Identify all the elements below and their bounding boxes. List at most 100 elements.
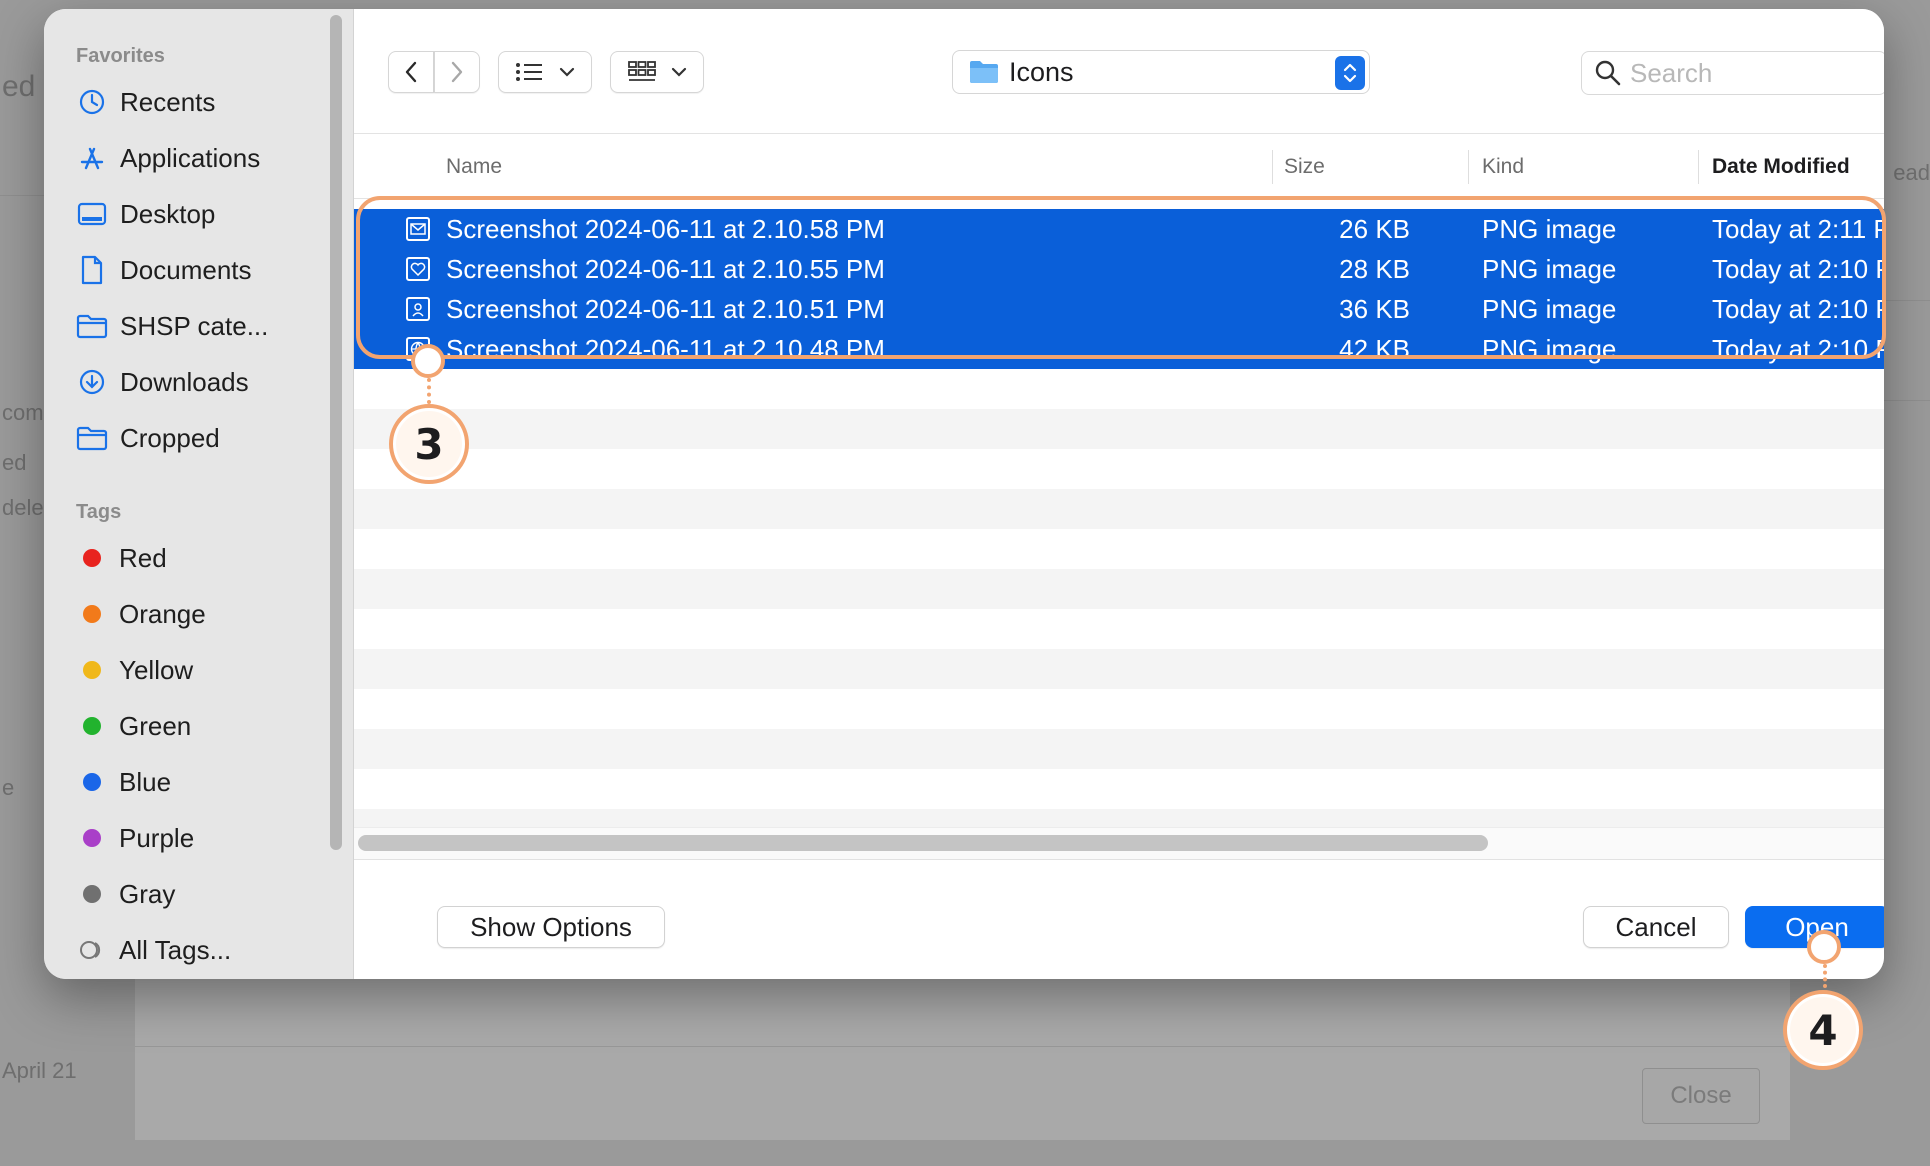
bg-panel: Close [135, 960, 1790, 1140]
list-view-icon [516, 63, 542, 81]
sidebar-item-documents[interactable]: Documents [76, 250, 316, 290]
empty-row [354, 449, 1884, 489]
column-kind[interactable]: Kind [1482, 134, 1524, 200]
location-popup[interactable]: Icons [952, 50, 1370, 94]
file-size: 28 KB [1339, 253, 1410, 284]
sidebar-item-label: Downloads [120, 366, 249, 397]
sidebar-item-all-tags[interactable]: All Tags... [76, 930, 316, 970]
file-date: Today at 2:10 PM [1712, 253, 1884, 284]
column-date-modified[interactable]: Date Modified [1712, 134, 1850, 200]
file-row[interactable]: Screenshot 2024-06-11 at 2.10.51 PM 36 K… [354, 289, 1884, 329]
sidebar-tag-orange[interactable]: Orange [76, 594, 316, 634]
empty-row [354, 489, 1884, 529]
column-divider[interactable] [1698, 150, 1699, 184]
view-grid-button[interactable] [610, 51, 704, 93]
empty-row [354, 409, 1884, 449]
sidebar-item-label: Applications [120, 142, 261, 173]
empty-row [354, 689, 1884, 729]
bg-divider [0, 195, 44, 196]
favorites-heading: Favorites [76, 45, 165, 67]
sidebar-tag-blue[interactable]: Blue [76, 762, 316, 802]
file-name: Screenshot 2024-06-11 at 2.10.55 PM [446, 253, 885, 284]
empty-row [354, 569, 1884, 609]
file-size: 42 KB [1339, 333, 1410, 364]
sidebar-item-label: Green [119, 710, 192, 741]
file-size: 26 KB [1339, 213, 1410, 244]
sidebar-item-label: Orange [119, 598, 206, 629]
file-kind: PNG image [1482, 253, 1617, 284]
search-input[interactable] [1630, 57, 1870, 89]
file-row[interactable]: Screenshot 2024-06-11 at 2.10.48 PM 42 K… [354, 329, 1884, 369]
sidebar-item-recents[interactable]: Recents [76, 82, 316, 122]
file-kind: PNG image [1482, 213, 1617, 244]
cancel-button[interactable]: Cancel [1583, 906, 1729, 948]
column-name[interactable]: Name [446, 134, 502, 200]
file-size: 36 KB [1339, 293, 1410, 324]
back-button[interactable] [388, 51, 434, 93]
bg-text-fragment: ead [1893, 160, 1930, 185]
sidebar: Favorites Recents Applications Desktop D… [44, 9, 354, 979]
view-list-button[interactable] [498, 51, 592, 93]
person-icon [406, 297, 430, 321]
bg-text-fragment: e [2, 775, 15, 800]
desktop-icon [76, 198, 108, 230]
bg-text-fragment: com [2, 400, 44, 425]
file-row[interactable]: Screenshot 2024-06-11 at 2.10.55 PM 28 K… [354, 249, 1884, 289]
sidebar-item-desktop[interactable]: Desktop [76, 194, 316, 234]
empty-row [354, 769, 1884, 809]
sidebar-tag-green[interactable]: Green [76, 706, 316, 746]
empty-row [354, 609, 1884, 649]
empty-row [354, 729, 1884, 769]
sidebar-item-label: Cropped [120, 422, 220, 453]
clock-icon [76, 86, 108, 118]
column-header-row: Name Size Kind Date Modified [354, 133, 1884, 199]
sidebar-item-label: All Tags... [119, 934, 232, 965]
file-kind: PNG image [1482, 293, 1617, 324]
annotation-anchor [411, 344, 445, 378]
tag-dot [83, 885, 101, 903]
file-name: Screenshot 2024-06-11 at 2.10.48 PM [446, 333, 885, 364]
sidebar-tag-purple[interactable]: Purple [76, 818, 316, 858]
sidebar-item-shsp[interactable]: SHSP cate... [76, 306, 316, 346]
column-divider[interactable] [1468, 150, 1469, 184]
show-options-button[interactable]: Show Options [437, 906, 665, 948]
tag-dot [83, 717, 101, 735]
search-icon [1595, 60, 1621, 86]
sidebar-item-cropped[interactable]: Cropped [76, 418, 316, 458]
folder-icon [970, 61, 998, 83]
sidebar-item-applications[interactable]: Applications [76, 138, 316, 178]
empty-row [354, 649, 1884, 689]
search-field[interactable] [1581, 51, 1884, 95]
file-date: Today at 2:11 PM [1712, 213, 1884, 244]
bg-text-fragment: ed [2, 70, 36, 103]
file-name: Screenshot 2024-06-11 at 2.10.51 PM [446, 293, 885, 324]
sidebar-item-label: Blue [119, 766, 172, 797]
column-size[interactable]: Size [1284, 134, 1325, 200]
sidebar-scrollbar[interactable] [330, 15, 342, 850]
forward-button[interactable] [434, 51, 480, 93]
column-divider[interactable] [1272, 150, 1273, 184]
sidebar-tag-yellow[interactable]: Yellow [76, 650, 316, 690]
file-list: Screenshot 2024-06-11 at 2.10.58 PM 26 K… [354, 209, 1884, 835]
sidebar-item-label: Documents [120, 254, 252, 285]
tag-dot [83, 829, 101, 847]
file-date: Today at 2:10 PM [1712, 333, 1884, 364]
sidebar-tag-red[interactable]: Red [76, 538, 316, 578]
empty-row [354, 529, 1884, 569]
sidebar-item-label: Purple [119, 822, 195, 853]
bg-text-fragment: dele [2, 495, 44, 520]
file-row[interactable]: Screenshot 2024-06-11 at 2.10.58 PM 26 K… [354, 209, 1884, 249]
sidebar-item-label: Recents [120, 86, 216, 117]
tag-dot [83, 773, 101, 791]
sidebar-item-label: SHSP cate... [120, 310, 269, 341]
sidebar-item-downloads[interactable]: Downloads [76, 362, 316, 402]
annotation-connector [427, 378, 431, 404]
bg-divider [1884, 300, 1930, 301]
annotation-connector [1823, 964, 1827, 988]
horizontal-scrollbar[interactable] [358, 835, 1488, 851]
chevron-down-icon [671, 67, 687, 77]
envelope-icon [406, 217, 430, 241]
sidebar-tag-gray[interactable]: Gray [76, 874, 316, 914]
sidebar-item-label: Red [119, 542, 167, 573]
applications-icon [76, 142, 108, 174]
